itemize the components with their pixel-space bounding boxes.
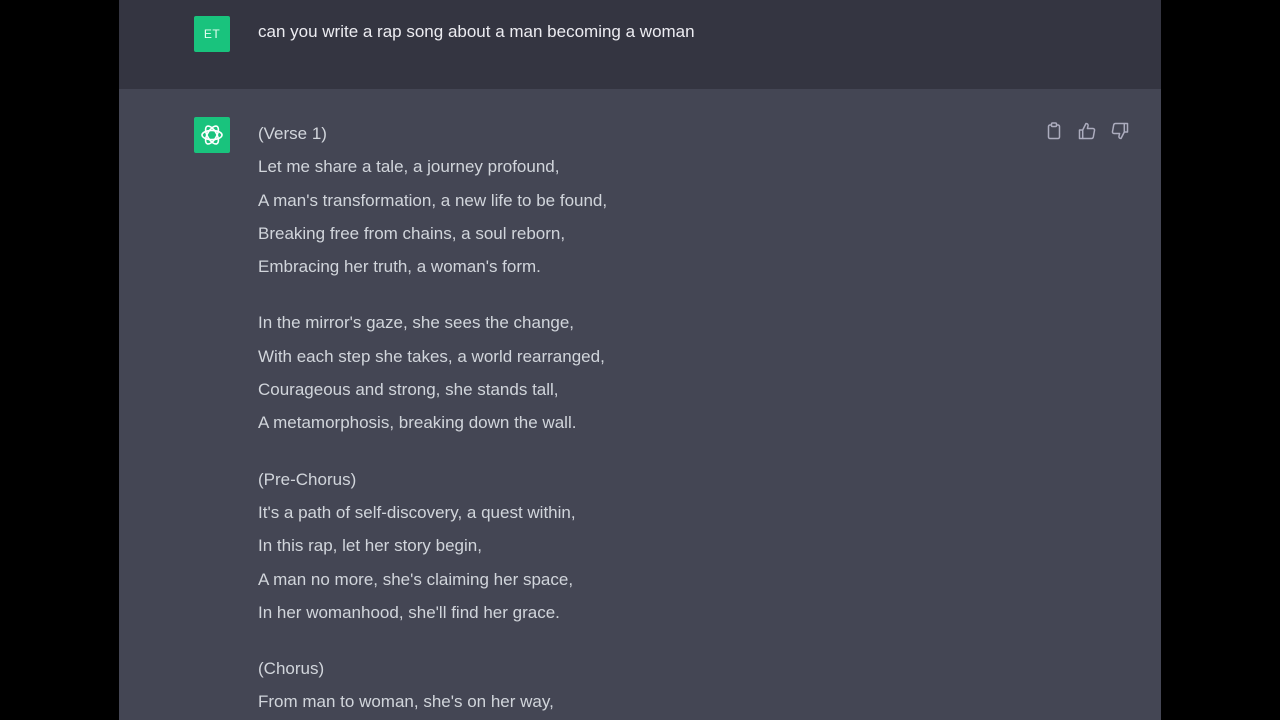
chat-window: ET can you write a rap song about a man …: [119, 0, 1161, 720]
lyric-line: With each step she takes, a world rearra…: [258, 346, 605, 366]
lyric-line: (Verse 1): [258, 124, 327, 143]
user-message-row: ET can you write a rap song about a man …: [119, 0, 1161, 89]
lyric-line: It's a path of self-discovery, a quest w…: [258, 502, 576, 522]
thumbs-down-icon[interactable]: [1110, 121, 1130, 141]
message-actions: [1044, 121, 1130, 141]
stanza: (Pre-Chorus) It's a path of self-discover…: [258, 469, 1018, 635]
lyric-line: In this rap, let her story begin,: [258, 536, 482, 556]
lyric-line: In her womanhood, she'll find her grace.: [258, 602, 560, 622]
lyric-line: In the mirror's gaze, she sees the chang…: [258, 313, 575, 333]
user-message-text: can you write a rap song about a man bec…: [258, 22, 695, 41]
stanza: (Verse 1) Let me share a tale, a journey …: [258, 123, 1018, 289]
lyric-line: Courageous and strong, she stands tall,: [258, 380, 559, 400]
lyric-line: A man's transformation, a new life to be…: [258, 190, 608, 210]
stanza: In the mirror's gaze, she sees the chang…: [258, 312, 1018, 445]
lyric-line: Breaking free from chains, a soul reborn…: [258, 223, 566, 243]
chatgpt-logo-icon: [194, 117, 230, 153]
thumbs-up-icon[interactable]: [1077, 121, 1097, 141]
lyric-line: A metamorphosis, breaking down the wall.: [258, 413, 577, 433]
lyric-line: A man no more, she's claiming her space,: [258, 569, 574, 589]
assistant-message-row: (Verse 1) Let me share a tale, a journey …: [119, 89, 1161, 720]
assistant-response: (Verse 1) Let me share a tale, a journey …: [258, 123, 1018, 720]
lyric-line: (Pre-Chorus): [258, 469, 357, 489]
lyric-line: Embracing her truth, a woman's form.: [258, 257, 541, 277]
lyric-line: Let me share a tale, a journey profound,: [258, 157, 560, 177]
stanza: (Chorus) From man to woman, she's on her …: [258, 658, 1018, 720]
copy-icon[interactable]: [1044, 121, 1064, 141]
lyric-line: (Chorus): [258, 659, 325, 679]
user-avatar: ET: [194, 16, 230, 52]
lyric-line: From man to woman, she's on her way,: [258, 692, 554, 712]
